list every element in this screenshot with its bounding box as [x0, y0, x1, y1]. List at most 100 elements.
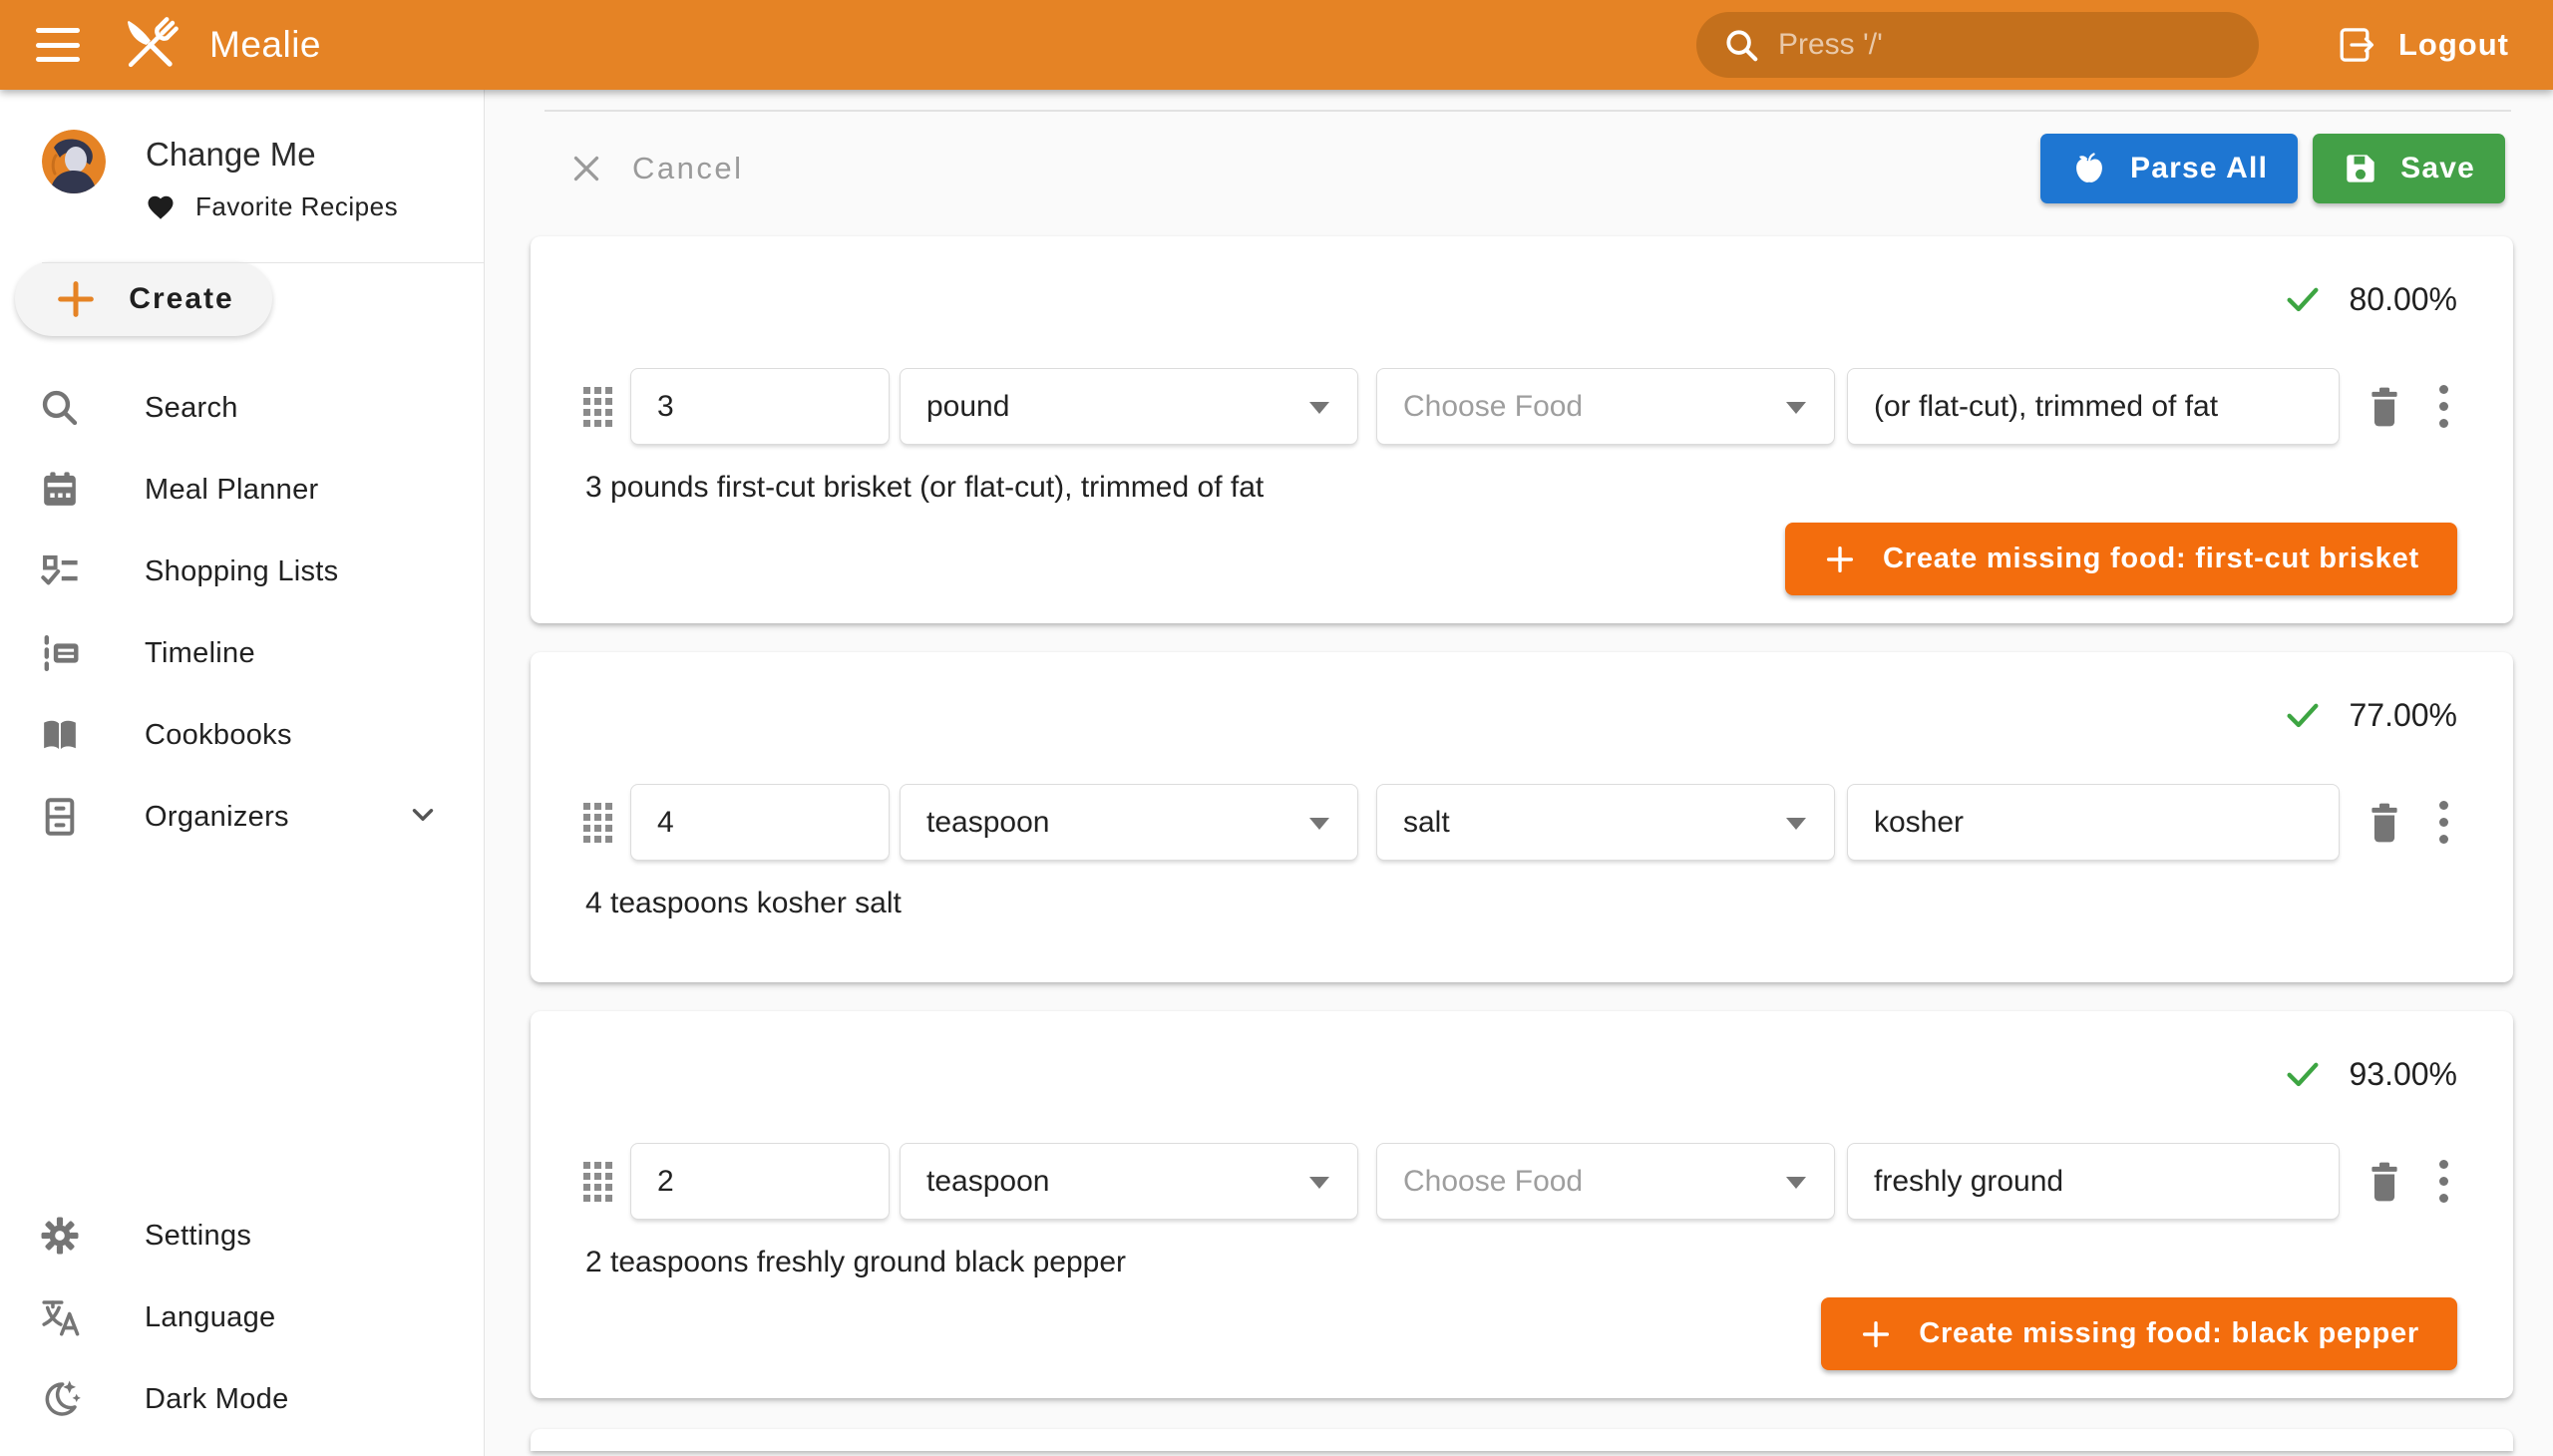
ingredient-fields-row: 3 pound Choose Food (or flat-cut), trimm… — [531, 368, 2513, 445]
trash-icon — [2364, 384, 2405, 430]
ingredient-menu-button[interactable] — [2439, 381, 2448, 432]
trash-icon — [2364, 1159, 2405, 1205]
ingredient-card: 80.00% 3 pound Choose Food (or flat-cut)… — [531, 236, 2513, 623]
note-input[interactable]: kosher — [1847, 784, 2340, 861]
original-text-row: 4 teaspoons kosher salt — [531, 885, 2513, 922]
sidebar-item-meal-planner[interactable]: Meal Planner — [0, 449, 484, 531]
sidebar-item-organizers[interactable]: Organizers — [0, 776, 484, 858]
check-icon — [2283, 1054, 2323, 1094]
check-icon — [2283, 279, 2323, 319]
open-book-icon — [37, 712, 83, 758]
plus-icon — [1859, 1317, 1893, 1351]
sidebar-item-label: Shopping Lists — [145, 555, 338, 588]
ingredient-fields-row: 2 teaspoon Choose Food freshly ground — [531, 1143, 2513, 1220]
delete-ingredient-button[interactable] — [2364, 800, 2405, 846]
food-select[interactable]: Choose Food — [1376, 368, 1835, 445]
translate-icon — [37, 1294, 83, 1340]
quantity-input[interactable]: 2 — [630, 1143, 890, 1220]
heart-icon — [146, 192, 176, 222]
delete-ingredient-button[interactable] — [2364, 1159, 2405, 1205]
sidebar-item-cookbooks[interactable]: Cookbooks — [0, 694, 484, 776]
note-input[interactable]: freshly ground — [1847, 1143, 2340, 1220]
logout-icon — [2335, 24, 2376, 66]
check-icon — [2283, 695, 2323, 735]
original-text-row: 2 teaspoons freshly ground black pepper — [531, 1244, 2513, 1281]
save-label: Save — [2400, 152, 2475, 185]
create-button[interactable]: Create — [15, 261, 272, 336]
confidence-row: 93.00% — [531, 1055, 2513, 1093]
profile-section: Change Me Favorite Recipes — [0, 90, 484, 234]
sidebar-item-dark-mode[interactable]: Dark Mode — [0, 1358, 484, 1440]
confidence-row: 77.00% — [531, 696, 2513, 734]
sidebar-item-timeline[interactable]: Timeline — [0, 612, 484, 694]
favorite-recipes-label: Favorite Recipes — [195, 191, 398, 222]
ingredient-fields-row: 4 teaspoon salt kosher — [531, 784, 2513, 861]
gear-icon — [37, 1213, 83, 1259]
sidebar-item-label: Settings — [145, 1220, 251, 1253]
save-button[interactable]: Save — [2313, 134, 2505, 203]
search-icon — [37, 385, 83, 431]
logout-button[interactable]: Logout — [2335, 24, 2509, 66]
search-icon — [1722, 26, 1760, 64]
food-select[interactable]: salt — [1376, 784, 1835, 861]
cancel-button[interactable]: Cancel — [568, 151, 744, 186]
create-missing-food-button[interactable]: Create missing food: first-cut brisket — [1785, 523, 2457, 595]
drag-handle[interactable] — [583, 1162, 612, 1202]
ingredient-card: 77.00% 4 teaspoon salt kosher — [531, 652, 2513, 982]
sidebar-item-label: Timeline — [145, 637, 255, 670]
create-missing-food-label: Create missing food: first-cut brisket — [1883, 543, 2419, 575]
chevron-down-icon — [406, 798, 440, 837]
favorite-recipes-link[interactable]: Favorite Recipes — [146, 191, 398, 222]
app-title: Mealie — [209, 24, 321, 66]
hamburger-menu-icon[interactable] — [36, 28, 80, 62]
original-ingredient-text: 3 pounds first-cut brisket (or flat-cut)… — [585, 471, 1264, 505]
sidebar-item-language[interactable]: Language — [0, 1276, 484, 1358]
create-button-label: Create — [129, 282, 233, 316]
ingredient-menu-button[interactable] — [2439, 797, 2448, 848]
checklist-icon — [37, 548, 83, 594]
sidebar-item-settings[interactable]: Settings — [0, 1195, 484, 1276]
parse-all-button[interactable]: Parse All — [2040, 134, 2298, 203]
profile-name: Change Me — [146, 136, 398, 174]
note-input[interactable]: (or flat-cut), trimmed of fat — [1847, 368, 2340, 445]
confidence-value: 77.00% — [2349, 697, 2457, 734]
parse-all-label: Parse All — [2130, 152, 2268, 185]
timeline-icon — [37, 630, 83, 676]
sidebar-item-label: Search — [145, 392, 238, 425]
save-floppy-icon — [2343, 151, 2378, 186]
quantity-input[interactable]: 3 — [630, 368, 890, 445]
global-search-input[interactable]: Press '/' — [1696, 12, 2259, 78]
sidebar: Change Me Favorite Recipes Creat — [0, 90, 485, 1456]
avatar[interactable] — [42, 130, 106, 193]
original-ingredient-text: 2 teaspoons freshly ground black pepper — [585, 1246, 1126, 1279]
close-icon — [568, 151, 604, 186]
apple-icon — [2070, 150, 2108, 187]
sidebar-item-label: Cookbooks — [145, 719, 292, 752]
ingredient-card-partial — [531, 1429, 2513, 1451]
delete-ingredient-button[interactable] — [2364, 384, 2405, 430]
food-select[interactable]: Choose Food — [1376, 1143, 1835, 1220]
sidebar-item-shopping-lists[interactable]: Shopping Lists — [0, 531, 484, 612]
confidence-value: 93.00% — [2349, 1056, 2457, 1093]
calendar-icon — [37, 467, 83, 513]
trash-icon — [2364, 800, 2405, 846]
unit-select[interactable]: teaspoon — [900, 784, 1358, 861]
create-missing-food-button[interactable]: Create missing food: black pepper — [1821, 1297, 2457, 1370]
confidence-row: 80.00% — [531, 280, 2513, 318]
original-text-row: 3 pounds first-cut brisket (or flat-cut)… — [531, 469, 2513, 507]
app-bar: Mealie Press '/' Logout — [0, 0, 2553, 90]
quantity-input[interactable]: 4 — [630, 784, 890, 861]
cancel-label: Cancel — [632, 151, 744, 186]
drag-handle[interactable] — [583, 387, 612, 427]
ingredient-menu-button[interactable] — [2439, 1156, 2448, 1207]
plus-icon — [1823, 543, 1857, 576]
create-missing-food-label: Create missing food: black pepper — [1919, 1317, 2419, 1350]
unit-select[interactable]: teaspoon — [900, 1143, 1358, 1220]
unit-select[interactable]: pound — [900, 368, 1358, 445]
sidebar-divider — [42, 262, 484, 263]
ingredient-parser-page: Cancel Parse All — [485, 90, 2553, 1456]
search-placeholder: Press '/' — [1778, 28, 1883, 62]
drag-handle[interactable] — [583, 803, 612, 843]
sidebar-item-search[interactable]: Search — [0, 367, 484, 449]
original-ingredient-text: 4 teaspoons kosher salt — [585, 887, 902, 920]
